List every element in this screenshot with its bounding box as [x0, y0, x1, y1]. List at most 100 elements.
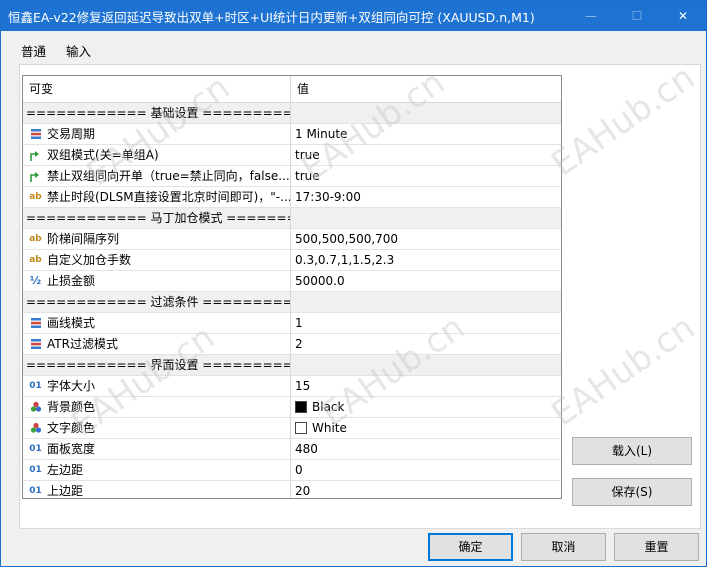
parameter-name: 禁止时段(DLSM直接设置北京时间即可)，"-...: [47, 190, 291, 204]
parameter-name: 禁止双组同向开单（true=禁止同向，false...: [47, 169, 290, 183]
inputs-panel: 可变 值 ============ 基础设置 ==========... 交易周期…: [19, 64, 701, 529]
parameter-name: 背景颜色: [47, 400, 96, 414]
parameter-value-cell[interactable]: 17:30-9:00: [291, 187, 561, 207]
double-icon: ½: [29, 274, 42, 287]
parameter-value-cell[interactable]: true: [291, 145, 561, 165]
parameter-value: 0: [295, 463, 303, 477]
parameter-name: 文字颜色: [47, 421, 96, 435]
parameter-value-cell[interactable]: 2: [291, 334, 561, 354]
parameter-name-cell: ============ 马丁加仓模式 ========...: [23, 208, 291, 228]
parameter-row[interactable]: 背景颜色 Black: [23, 397, 561, 418]
column-header-variable[interactable]: 可变: [23, 76, 291, 102]
parameter-row[interactable]: 01 字体大小 15: [23, 376, 561, 397]
parameter-row[interactable]: 禁止双组同向开单（true=禁止同向，false... true: [23, 166, 561, 187]
parameter-name-cell: ½ 止损金额: [23, 271, 291, 291]
parameter-row[interactable]: ½ 止损金额 50000.0: [23, 271, 561, 292]
parameter-name: ============ 界面设置 ==========...: [26, 358, 291, 372]
parameter-name-cell: 背景颜色: [23, 397, 291, 417]
parameter-value: 17:30-9:00: [295, 190, 361, 204]
parameter-name: 画线模式: [47, 316, 96, 330]
parameter-value: 480: [295, 442, 318, 456]
parameter-name: ATR过滤模式: [47, 337, 118, 351]
parameter-name-cell: 文字颜色: [23, 418, 291, 438]
color-swatch: [295, 422, 307, 434]
parameter-value-cell[interactable]: 480: [291, 439, 561, 459]
parameter-name: 自定义加仓手数: [47, 253, 132, 267]
tab-strip: 普通 输入: [21, 41, 92, 66]
parameter-value-cell[interactable]: 500,500,500,700: [291, 229, 561, 249]
color-swatch: [295, 401, 307, 413]
tab-inputs[interactable]: 输入: [66, 41, 92, 66]
parameter-name-cell: 01 字体大小: [23, 376, 291, 396]
enum-icon: [29, 128, 42, 141]
parameter-row[interactable]: 01 上边距 20: [23, 481, 561, 498]
parameter-row[interactable]: 文字颜色 White: [23, 418, 561, 439]
parameter-value: 15: [295, 379, 311, 393]
parameter-value: 0.3,0.7,1,1.5,2.3: [295, 253, 395, 267]
minimize-button[interactable]: —: [568, 1, 614, 31]
parameter-value: Black: [312, 400, 345, 414]
parameter-value: true: [295, 148, 320, 162]
parameter-name: 上边距: [47, 484, 84, 498]
grid-rows: ============ 基础设置 ==========... 交易周期 1 Min…: [23, 103, 561, 498]
parameter-grid: 可变 值 ============ 基础设置 ==========... 交易周期…: [22, 75, 562, 499]
close-button[interactable]: ✕: [660, 1, 706, 31]
section-row[interactable]: ============ 过滤条件 ==========...: [23, 292, 561, 313]
parameter-row[interactable]: ab 禁止时段(DLSM直接设置北京时间即可)，"-... 17:30-9:00: [23, 187, 561, 208]
parameter-value-cell[interactable]: 15: [291, 376, 561, 396]
parameter-name: 字体大小: [47, 379, 96, 393]
parameter-row[interactable]: ab 自定义加仓手数 0.3,0.7,1,1.5,2.3: [23, 250, 561, 271]
parameter-value-cell[interactable]: 1: [291, 313, 561, 333]
parameter-value-cell: [291, 208, 561, 228]
parameter-row[interactable]: 01 左边距 0: [23, 460, 561, 481]
parameter-row[interactable]: ATR过滤模式 2: [23, 334, 561, 355]
parameter-value: 20: [295, 484, 311, 498]
section-row[interactable]: ============ 基础设置 ==========...: [23, 103, 561, 124]
maximize-button[interactable]: ☐: [614, 1, 660, 31]
parameter-value-cell[interactable]: 50000.0: [291, 271, 561, 291]
parameter-value-cell[interactable]: Black: [291, 397, 561, 417]
parameter-name-cell: ============ 界面设置 ==========...: [23, 355, 291, 375]
parameter-name: 面板宽度: [47, 442, 96, 456]
int-icon: 01: [29, 444, 42, 454]
column-header-value[interactable]: 值: [291, 76, 561, 102]
parameter-value-cell[interactable]: 0: [291, 460, 561, 480]
section-row[interactable]: ============ 界面设置 ==========...: [23, 355, 561, 376]
parameter-name-cell: 画线模式: [23, 313, 291, 333]
ok-button[interactable]: 确定: [428, 533, 513, 561]
parameter-value-cell[interactable]: 20: [291, 481, 561, 498]
parameter-name-cell: 交易周期: [23, 124, 291, 144]
int-icon: 01: [29, 486, 42, 496]
parameter-value-cell[interactable]: White: [291, 418, 561, 438]
int-icon: 01: [29, 465, 42, 475]
parameter-name: 阶梯间隔序列: [47, 232, 120, 246]
int-icon: 01: [29, 381, 42, 391]
parameter-name-cell: ab 阶梯间隔序列: [23, 229, 291, 249]
parameter-value-cell: [291, 292, 561, 312]
parameter-name-cell: ab 禁止时段(DLSM直接设置北京时间即可)，"-...: [23, 187, 291, 207]
parameter-row[interactable]: 01 面板宽度 480: [23, 439, 561, 460]
string-icon: ab: [29, 192, 42, 202]
load-button[interactable]: 载入(L): [572, 437, 692, 465]
enum-icon: [29, 338, 42, 351]
parameter-row[interactable]: 双组模式(关=单组A) true: [23, 145, 561, 166]
parameter-value-cell[interactable]: true: [291, 166, 561, 186]
parameter-name-cell: ATR过滤模式: [23, 334, 291, 354]
bool-icon: [29, 170, 42, 183]
parameter-value: 2: [295, 337, 303, 351]
tab-common[interactable]: 普通: [21, 41, 46, 66]
cancel-button[interactable]: 取消: [521, 533, 606, 561]
parameter-name: 交易周期: [47, 127, 96, 141]
reset-button[interactable]: 重置: [614, 533, 699, 561]
parameter-row[interactable]: ab 阶梯间隔序列 500,500,500,700: [23, 229, 561, 250]
parameter-value-cell[interactable]: 1 Minute: [291, 124, 561, 144]
parameter-value-cell: [291, 103, 561, 123]
parameter-value: true: [295, 169, 320, 183]
color-icon: [29, 401, 42, 414]
parameter-value-cell[interactable]: 0.3,0.7,1,1.5,2.3: [291, 250, 561, 270]
parameter-row[interactable]: 交易周期 1 Minute: [23, 124, 561, 145]
parameter-name: ============ 过滤条件 ==========...: [26, 295, 291, 309]
section-row[interactable]: ============ 马丁加仓模式 ========...: [23, 208, 561, 229]
parameter-row[interactable]: 画线模式 1: [23, 313, 561, 334]
save-button[interactable]: 保存(S): [572, 478, 692, 506]
